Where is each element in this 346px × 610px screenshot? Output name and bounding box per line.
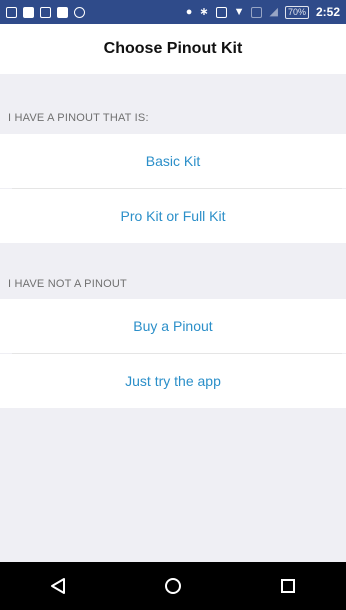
basic-kit-button[interactable]: Basic Kit (0, 134, 346, 188)
buy-pinout-button[interactable]: Buy a Pinout (0, 299, 346, 353)
try-app-button[interactable]: Just try the app (0, 354, 346, 408)
nfc-icon (215, 6, 227, 18)
no-signal-icon: ◢ (269, 5, 278, 18)
status-bar: ● ∗ ▼ ◢ 70% 2:52 (0, 0, 346, 24)
message-icon (40, 6, 51, 18)
sim-icon (6, 6, 17, 18)
bluetooth-icon: ∗ (199, 5, 209, 18)
title-bar: Choose Pinout Kit (0, 24, 346, 74)
status-bar-right: ● ∗ ▼ ◢ 70% 2:52 (186, 5, 340, 19)
status-bar-left (6, 6, 85, 18)
recents-button[interactable] (258, 566, 318, 606)
back-button[interactable] (28, 566, 88, 606)
section-header-no-pinout: I HAVE NOT A PINOUT (8, 278, 127, 290)
home-button[interactable] (143, 566, 203, 606)
block-icon (74, 6, 85, 18)
location-icon: ● (185, 5, 193, 18)
screen: ● ∗ ▼ ◢ 70% 2:52 Choose Pinout Kit I HAV… (0, 0, 346, 610)
page-title: Choose Pinout Kit (103, 40, 243, 57)
home-icon (164, 578, 181, 594)
gallery-icon (57, 6, 68, 18)
battery-icon: 70% (284, 5, 309, 19)
pro-kit-button[interactable]: Pro Kit or Full Kit (0, 189, 346, 243)
navigation-bar (0, 562, 346, 610)
back-icon (50, 578, 65, 594)
recents-icon (281, 579, 296, 593)
facebook-icon (23, 6, 34, 18)
signal-icon (251, 6, 263, 18)
section-header-have-pinout: I HAVE A PINOUT THAT IS: (8, 112, 149, 124)
wifi-icon: ▼ (233, 5, 245, 18)
status-time: 2:52 (315, 5, 340, 19)
